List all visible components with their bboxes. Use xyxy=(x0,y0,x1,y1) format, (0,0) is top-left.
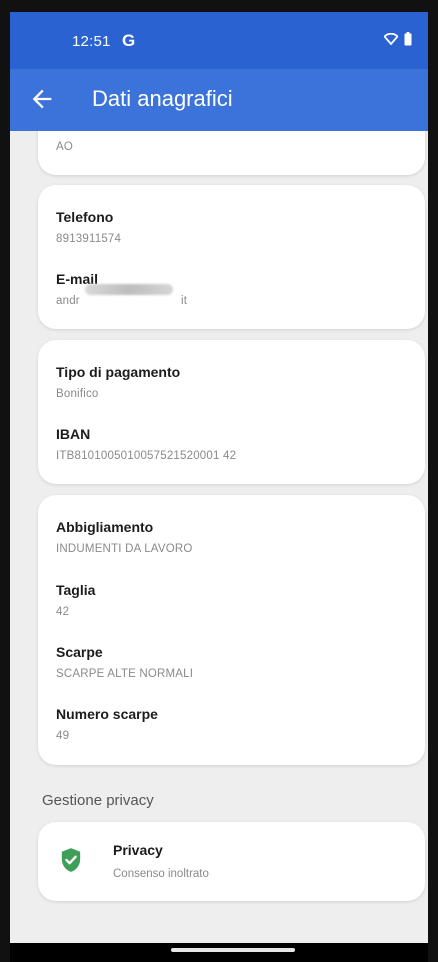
scroll-content[interactable]: AO Telefono 8913911574 E-mail andr it Ti… xyxy=(10,131,428,943)
arrow-back-icon[interactable] xyxy=(28,85,56,113)
payment-type-value: Bonifico xyxy=(56,388,99,400)
clothing-label: Abbigliamento xyxy=(56,519,154,535)
iban-value: ITB8101005010057521520001 42 xyxy=(56,450,237,462)
privacy-title: Privacy xyxy=(113,842,163,858)
phone-label: Telefono xyxy=(56,209,114,225)
status-icons xyxy=(384,32,412,46)
privacy-card[interactable]: Privacy Consenso inoltrato xyxy=(38,822,425,901)
status-bar: 12:51 G xyxy=(10,12,428,69)
payment-card: Tipo di pagamento Bonifico IBAN ITB81010… xyxy=(38,340,425,484)
app-bar: Dati anagrafici xyxy=(10,69,428,131)
shield-check-icon xyxy=(61,848,81,872)
wifi-icon xyxy=(384,33,398,45)
clothing-value: INDUMENTI DA LAVORO xyxy=(56,543,193,555)
contact-card: Telefono 8913911574 E-mail andr it xyxy=(38,185,425,329)
shoe-size-value: 49 xyxy=(56,730,70,742)
battery-icon xyxy=(404,32,412,46)
address-value: AO xyxy=(56,141,74,153)
shoe-size-label: Numero scarpe xyxy=(56,706,158,722)
iban-label: IBAN xyxy=(56,426,91,442)
address-card: AO xyxy=(38,131,425,175)
size-label: Taglia xyxy=(56,582,96,598)
google-g-icon: G xyxy=(122,31,136,50)
system-nav-bar xyxy=(10,943,428,962)
phone-value: 8913911574 xyxy=(56,233,122,245)
shoes-value: SCARPE ALTE NORMALI xyxy=(56,668,194,680)
email-value-suffix: it xyxy=(181,295,188,307)
home-gesture-pill[interactable] xyxy=(171,948,295,952)
email-value-prefix: andr xyxy=(56,295,80,307)
phone-screen: 12:51 G Dati anagrafici AO Telefono 8913… xyxy=(10,12,428,962)
privacy-subtitle: Consenso inoltrato xyxy=(113,868,209,880)
status-time: 12:51 xyxy=(72,33,111,50)
email-redaction xyxy=(85,284,173,295)
size-value: 42 xyxy=(56,606,70,618)
privacy-section-title: Gestione privacy xyxy=(42,792,154,809)
payment-type-label: Tipo di pagamento xyxy=(56,364,181,380)
page-title: Dati anagrafici xyxy=(92,86,233,111)
clothing-card: Abbigliamento INDUMENTI DA LAVORO Taglia… xyxy=(38,495,425,765)
shoes-label: Scarpe xyxy=(56,644,103,660)
